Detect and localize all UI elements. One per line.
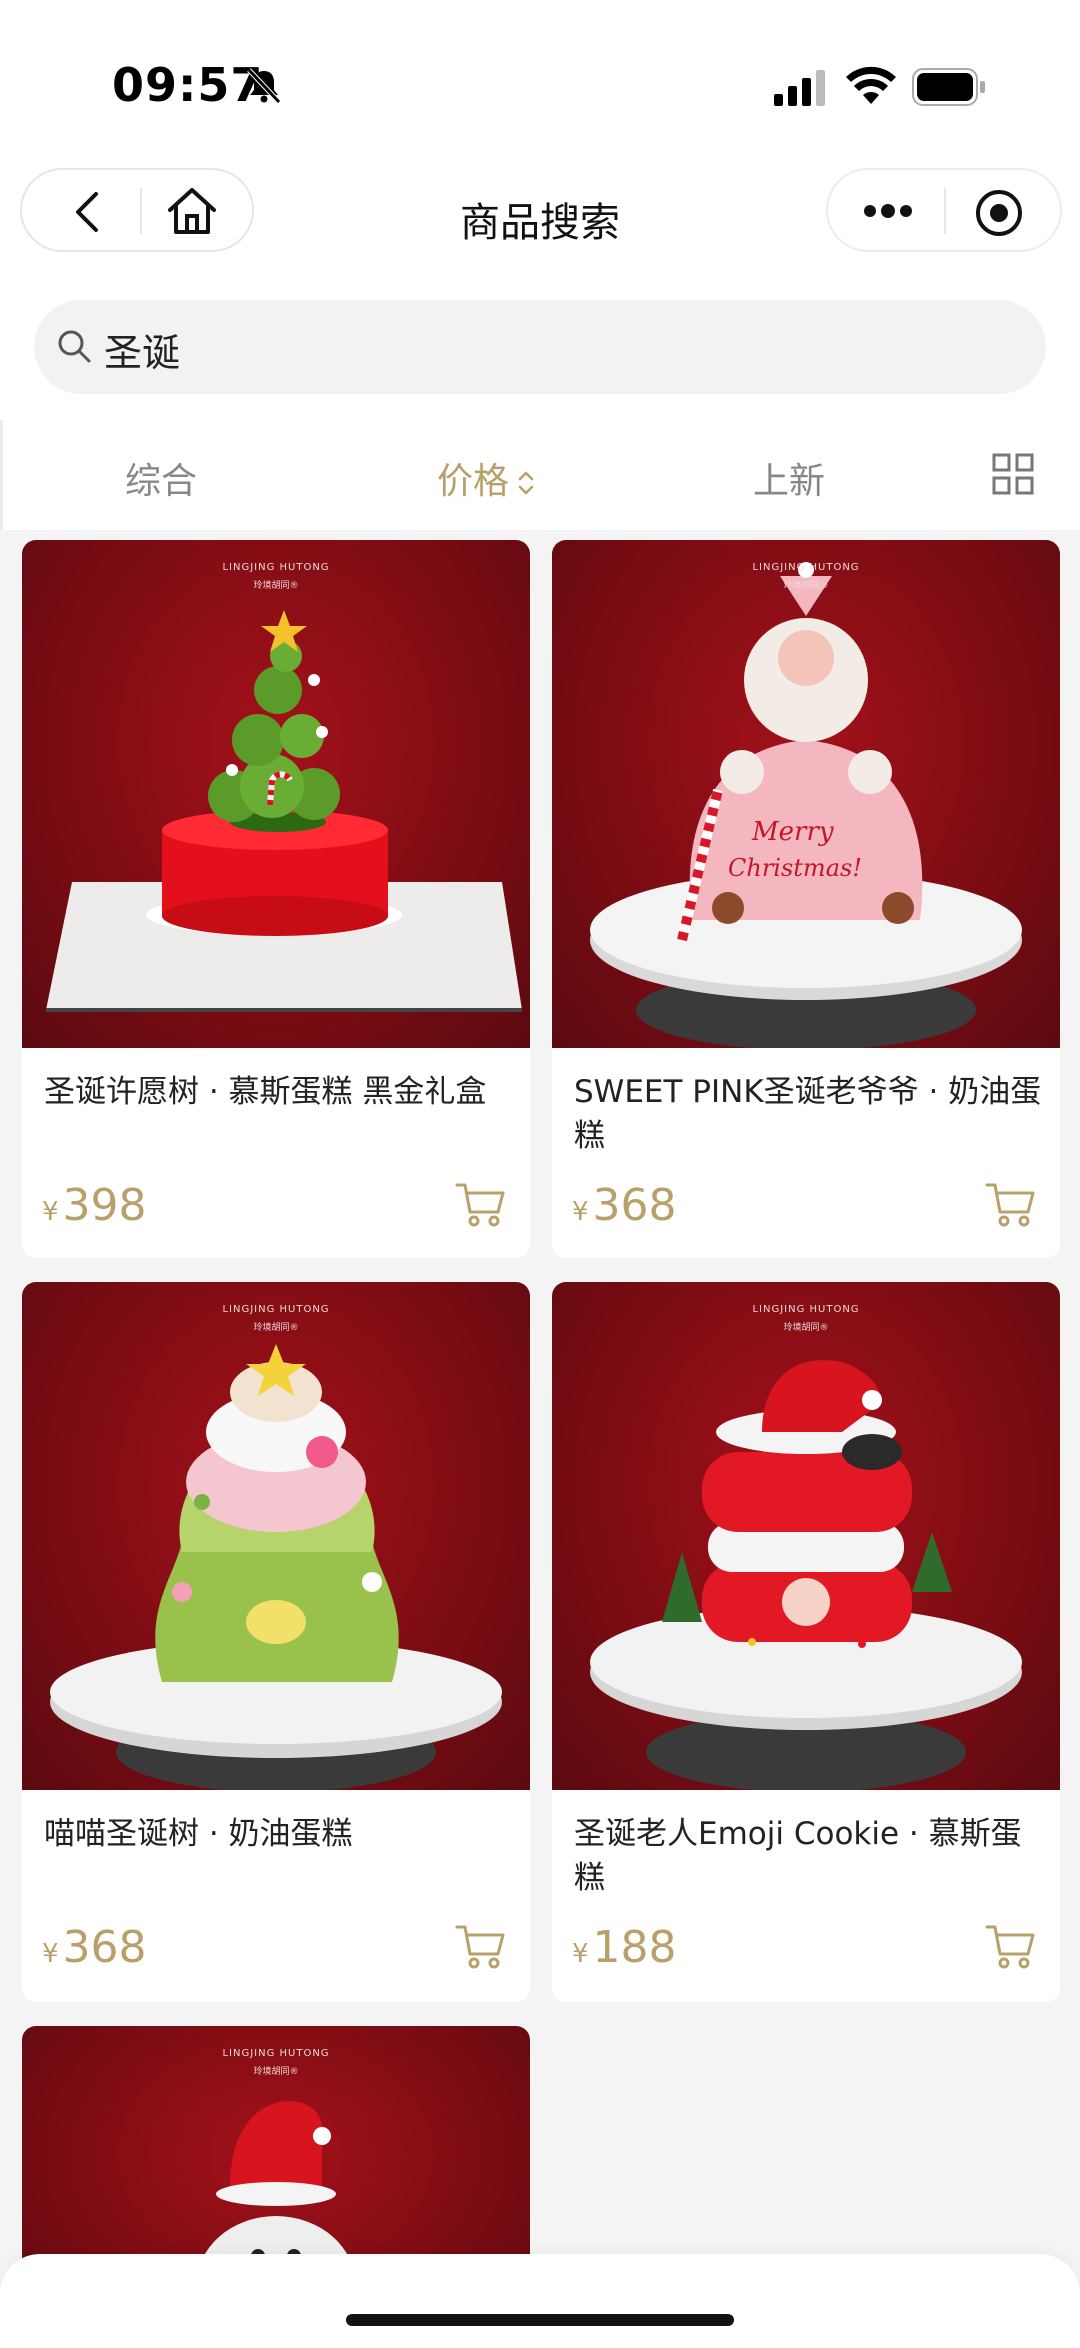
currency-symbol: ¥ [572, 1939, 589, 1969]
status-bar: 09:57 [0, 0, 1080, 160]
product-card[interactable]: LINGJING HUTONG 玲境胡同® 喵喵圣诞树 · 奶油蛋糕 ¥368 [22, 1282, 530, 2002]
santa-emoji-cake-illustration [590, 1360, 1022, 1790]
close-miniprogram-icon[interactable] [974, 188, 1024, 238]
christmas-text: Christmas! [728, 854, 862, 882]
price-value: 188 [592, 1922, 677, 1973]
grid-view-icon[interactable] [991, 452, 1035, 496]
product-price: ¥188 [572, 1922, 677, 1973]
product-price: ¥398 [42, 1180, 147, 1231]
brand-logo-subtext: 玲境胡同® [253, 2067, 299, 2077]
signal-icon [774, 70, 825, 106]
merry-text: Merry [751, 817, 834, 847]
search-area: 圣诞 [0, 290, 1080, 420]
brand-logo-text: LINGJING HUTONG [222, 2048, 330, 2059]
price-value: 398 [62, 1180, 147, 1231]
search-icon [58, 330, 91, 363]
product-image[interactable]: LINGJING HUTONG 玲境胡同® [22, 1282, 530, 1790]
product-name: 圣诞许愿树 · 慕斯蛋糕 黑金礼盒 [44, 1074, 487, 1110]
filter-new-arrivals[interactable]: 上新 [753, 452, 825, 504]
product-card[interactable]: LINGJING HUTONG 玲境胡同® Merry Christmas! S… [552, 540, 1060, 1258]
product-price: ¥368 [572, 1180, 677, 1231]
sort-arrows-icon [518, 471, 534, 495]
battery-icon [912, 68, 985, 106]
bottom-sheet [0, 2254, 1080, 2348]
brand-logo-subtext: 玲境胡同® [253, 581, 299, 591]
product-name: 喵喵圣诞树 · 奶油蛋糕 [44, 1816, 353, 1852]
product-image[interactable]: LINGJING HUTONG 玲境胡同® [22, 540, 530, 1048]
add-to-cart-icon[interactable] [454, 1180, 506, 1228]
product-card[interactable]: LINGJING HUTONG 玲境胡同® 圣诞老人Emoji Cookie ·… [552, 1282, 1060, 2002]
filter-comprehensive[interactable]: 综合 [125, 452, 197, 504]
brand-logo-text: LINGJING HUTONG [752, 1304, 860, 1315]
product-name: SWEET PINK圣诞老爷爷 · 奶油蛋糕 [574, 1074, 1042, 1154]
currency-symbol: ¥ [42, 1197, 59, 1227]
filter-bar: 综合 价格 上新 [0, 420, 1080, 530]
navigation-bar: 商品搜索 [0, 160, 1080, 290]
brand-logo-text: LINGJING HUTONG [222, 562, 330, 573]
product-image[interactable]: LINGJING HUTONG 玲境胡同® [552, 1282, 1060, 1790]
product-card[interactable]: LINGJING HUTONG 玲境胡同® 圣诞许愿树 · 慕斯蛋糕 黑金礼盒 [22, 540, 530, 1258]
add-to-cart-icon[interactable] [984, 1180, 1036, 1228]
price-value: 368 [62, 1922, 147, 1973]
price-value: 368 [592, 1180, 677, 1231]
home-indicator[interactable] [346, 2314, 734, 2326]
search-input[interactable]: 圣诞 [34, 300, 1046, 394]
status-time: 09:57 [112, 58, 264, 112]
kitty-tree-cake-illustration [50, 1344, 502, 1790]
search-query-text: 圣诞 [104, 331, 181, 375]
add-to-cart-icon[interactable] [984, 1922, 1036, 1970]
brand-logo-text: LINGJING HUTONG [222, 1304, 330, 1315]
wishing-tree-cake-illustration [46, 610, 522, 1012]
more-options-icon[interactable] [858, 198, 918, 224]
currency-symbol: ¥ [42, 1939, 59, 1969]
nav-capsule-right [826, 168, 1062, 252]
filter-price-label: 价格 [437, 461, 510, 502]
brand-logo-subtext: 玲境胡同® [253, 1323, 299, 1333]
filter-price[interactable]: 价格 [437, 452, 537, 504]
santa-cake-illustration: Merry Christmas! [590, 562, 1022, 1048]
brand-logo-text: LINGJING HUTONG [752, 562, 860, 573]
capsule-divider [944, 188, 946, 234]
product-name: 圣诞老人Emoji Cookie · 慕斯蛋糕 [574, 1816, 1022, 1896]
muted-bell-icon [247, 68, 281, 104]
add-to-cart-icon[interactable] [454, 1922, 506, 1970]
brand-logo-subtext: 玲境胡同® [783, 581, 829, 591]
wifi-icon [846, 66, 896, 104]
currency-symbol: ¥ [572, 1197, 589, 1227]
product-image[interactable]: LINGJING HUTONG 玲境胡同® Merry Christmas! [552, 540, 1060, 1048]
brand-logo-subtext: 玲境胡同® [783, 1323, 829, 1333]
product-price: ¥368 [42, 1922, 147, 1973]
